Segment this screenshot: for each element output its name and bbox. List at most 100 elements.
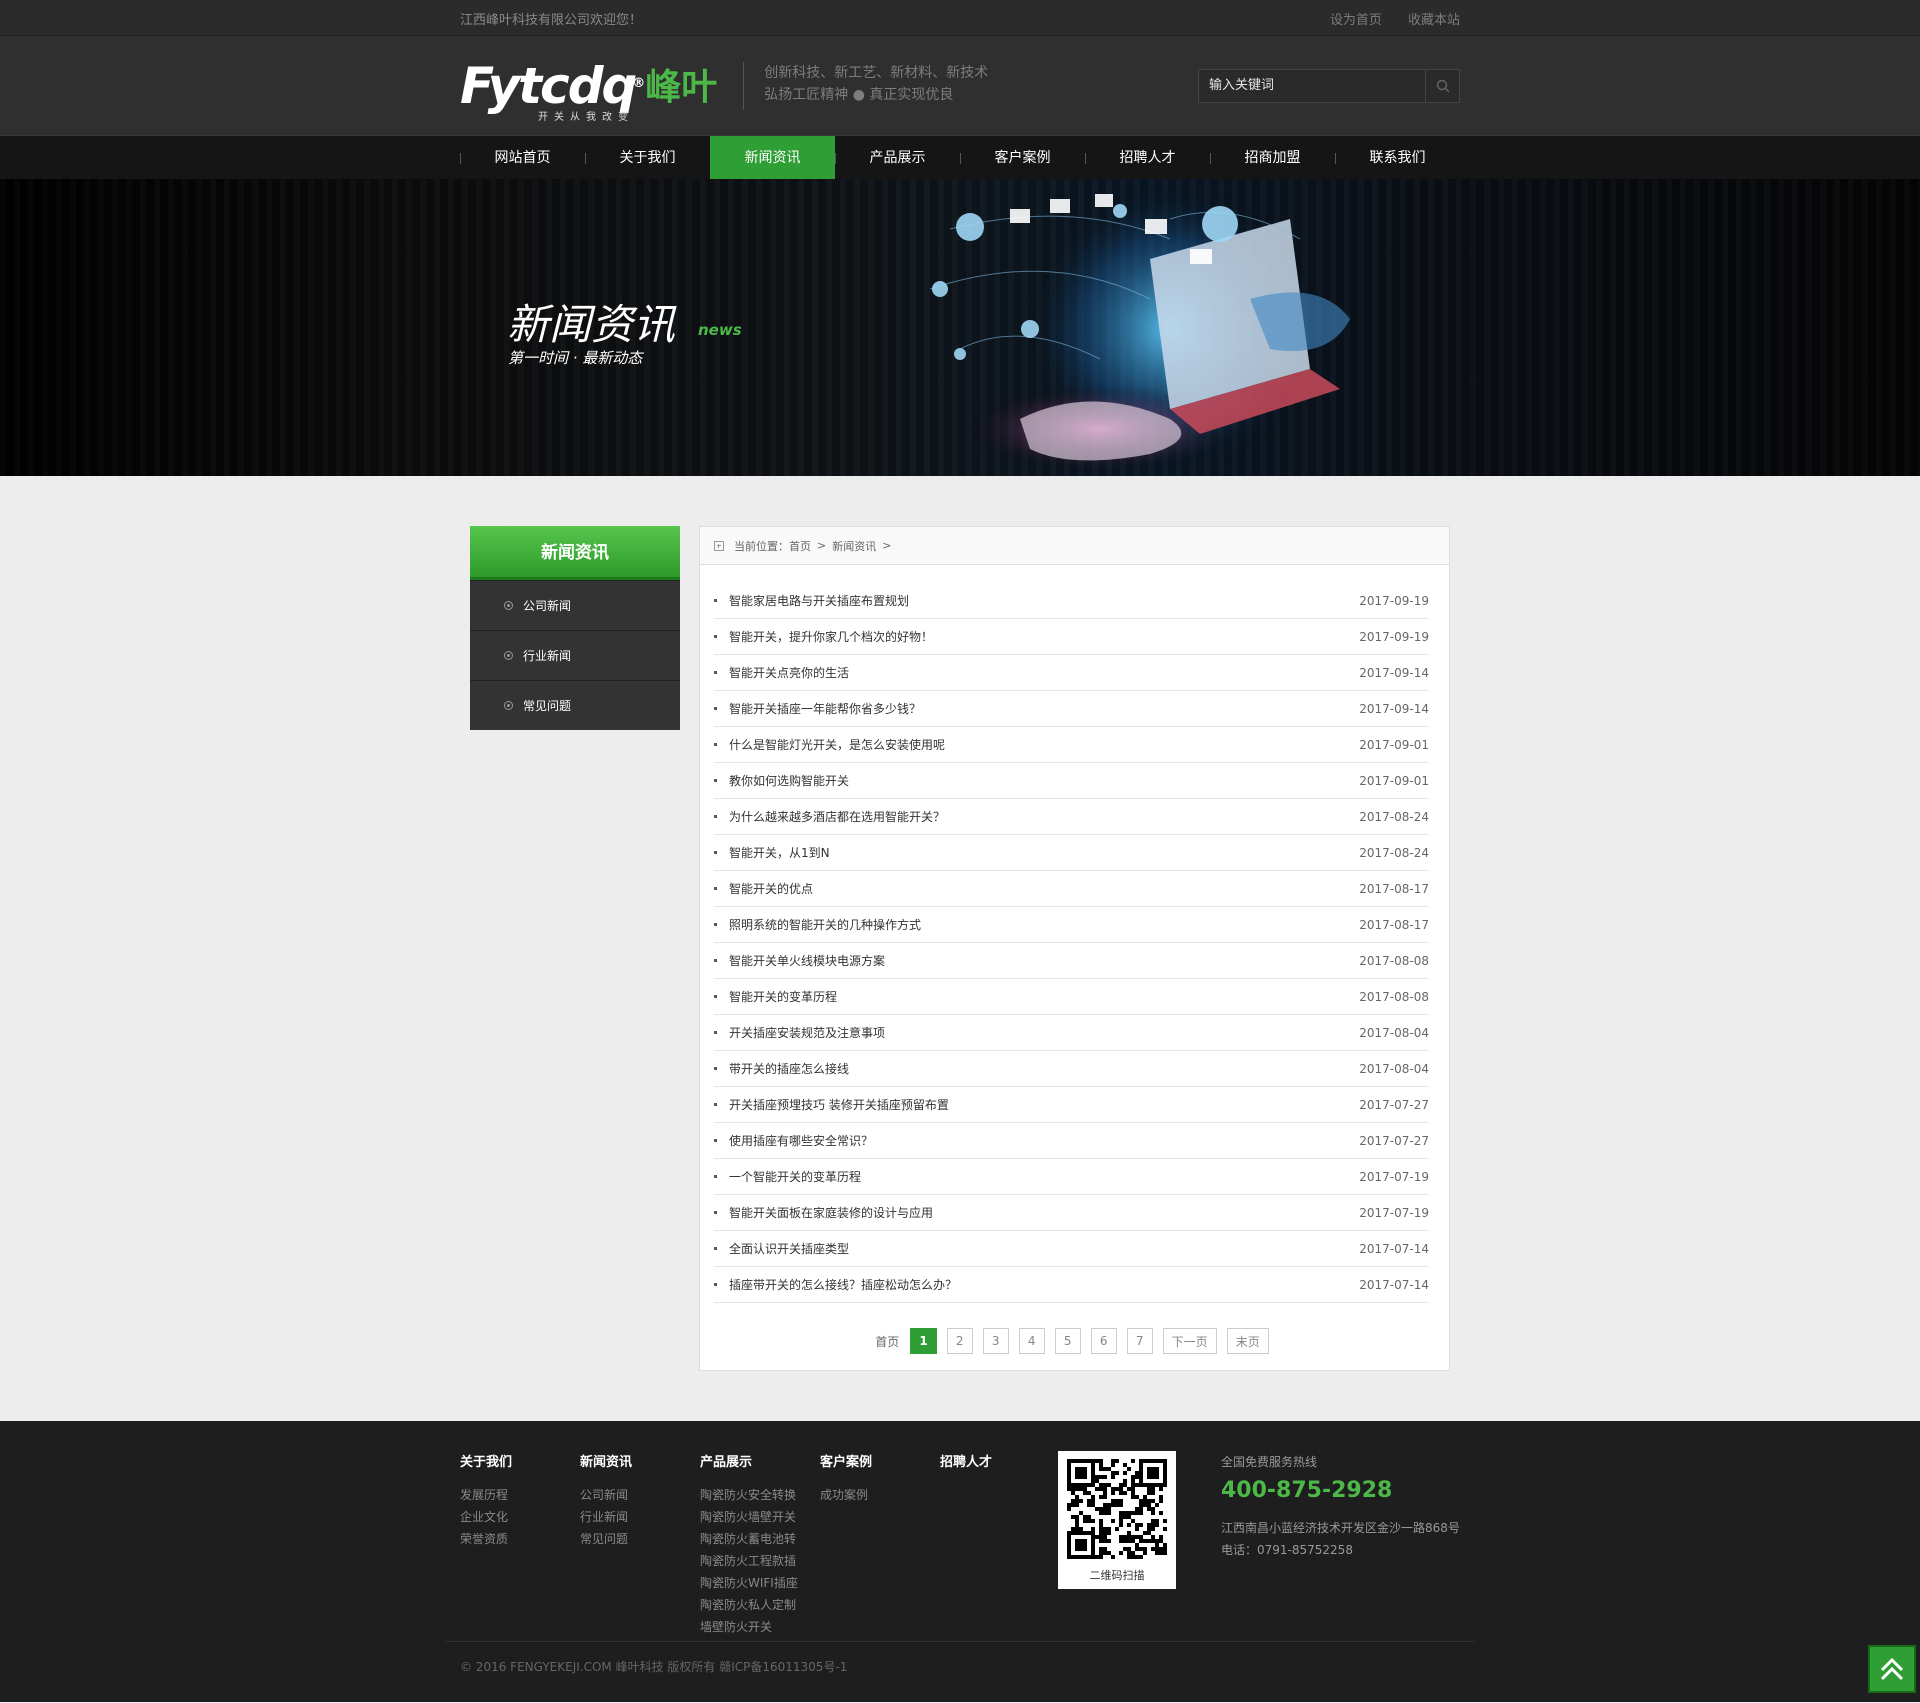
search-input[interactable] [1199,69,1425,102]
news-title[interactable]: 智能开关单火线模块电源方案 [729,952,1359,969]
news-title[interactable]: 智能开关的优点 [729,880,1359,897]
news-row[interactable]: 智能家居电路与开关插座布置规划 2017-09-19 [714,583,1429,619]
footer-link[interactable]: 墙壁防火开关 [700,1616,820,1638]
footer-link[interactable]: 成功案例 [820,1484,940,1506]
footer-link[interactable]: 企业文化 [460,1506,580,1528]
news-row[interactable]: 智能开关单火线模块电源方案 2017-08-08 [714,943,1429,979]
qr-code: 二维码扫描 [1058,1451,1176,1589]
bookmark-link[interactable]: 收藏本站 [1408,13,1460,28]
news-title[interactable]: 一个智能开关的变革历程 [729,1168,1359,1185]
address: 江西南昌小蓝经济技术开发区金沙一路868号 [1221,1521,1460,1535]
news-row[interactable]: 智能开关面板在家庭装修的设计与应用 2017-07-19 [714,1195,1429,1231]
footer-link[interactable]: 常见问题 [580,1528,700,1550]
news-title[interactable]: 使用插座有哪些安全常识？ [729,1132,1359,1149]
news-list: 智能家居电路与开关插座布置规划 2017-09-19 智能开关，提升你家几个档次的好… [700,565,1449,1303]
news-title[interactable]: 智能家居电路与开关插座布置规划 [729,592,1359,609]
news-title[interactable]: 开关插座预埋技巧 装修开关插座预留布置 [729,1096,1359,1113]
footer-link[interactable]: 陶瓷防火安全转换 [700,1484,820,1506]
footer-column-title[interactable]: 关于我们 [460,1451,580,1470]
news-row[interactable]: 开关插座安装规范及注意事项 2017-08-04 [714,1015,1429,1051]
news-title[interactable]: 为什么越来越多酒店都在选用智能开关？ [729,808,1359,825]
news-row[interactable]: 智能开关的变革历程 2017-08-08 [714,979,1429,1015]
footer-link[interactable]: 陶瓷防火WIFI插座 [700,1572,820,1594]
news-title[interactable]: 教你如何选购智能开关 [729,772,1359,789]
news-title[interactable]: 照明系统的智能开关的几种操作方式 [729,916,1359,933]
nav-about[interactable]: 关于我们 [585,136,710,180]
footer-link[interactable]: 陶瓷防火墙壁开关 [700,1506,820,1528]
pager-last[interactable]: 末页 [1226,1328,1269,1354]
bullet-icon [714,779,717,782]
news-row[interactable]: 智能开关，提升你家几个档次的好物！ 2017-09-19 [714,619,1429,655]
pager-page-6[interactable]: 6 [1090,1328,1117,1354]
top-links: 设为首页 收藏本站 [1308,9,1460,28]
header: Fytcdq ® 峰叶 开关从我改变 创新科技、新工艺、新材料、新技术 弘扬工匠精… [0,36,1920,135]
sidebar-item-industry-news[interactable]: 行业新闻 [470,630,680,680]
pager-page-5[interactable]: 5 [1054,1328,1081,1354]
pager-next[interactable]: 下一页 [1162,1328,1217,1354]
nav-franchise[interactable]: 招商加盟 [1210,136,1335,180]
pager-page-4[interactable]: 4 [1018,1328,1045,1354]
news-row[interactable]: 插座带开关的怎么接线？插座松动怎么办？ 2017-07-14 [714,1267,1429,1303]
footer-link[interactable]: 发展历程 [460,1484,580,1506]
breadcrumb-home[interactable]: 当前位置：首页 [734,538,811,554]
search-button[interactable] [1425,69,1459,102]
footer-link[interactable]: 荣誉资质 [460,1528,580,1550]
nav-contact[interactable]: 联系我们 [1335,136,1460,180]
news-title[interactable]: 智能开关，从1到N [729,844,1359,861]
news-date: 2017-09-19 [1359,629,1429,644]
news-date: 2017-07-27 [1359,1133,1429,1148]
news-row[interactable]: 智能开关的优点 2017-08-17 [714,871,1429,907]
news-row[interactable]: 一个智能开关的变革历程 2017-07-19 [714,1159,1429,1195]
news-row[interactable]: 智能开关点亮你的生活 2017-09-14 [714,655,1429,691]
news-row[interactable]: 智能开关，从1到N 2017-08-24 [714,835,1429,871]
bullet-icon [714,599,717,602]
news-row[interactable]: 全面认识开关插座类型 2017-07-14 [714,1231,1429,1267]
circle-bullet-icon [504,651,513,660]
footer-link[interactable]: 公司新闻 [580,1484,700,1506]
footer-column-title[interactable]: 招聘人才 [940,1451,1060,1470]
news-row[interactable]: 教你如何选购智能开关 2017-09-01 [714,763,1429,799]
news-row[interactable]: 智能开关插座一年能帮你省多少钱？ 2017-09-14 [714,691,1429,727]
news-row[interactable]: 为什么越来越多酒店都在选用智能开关？ 2017-08-24 [714,799,1429,835]
news-title[interactable]: 智能开关插座一年能帮你省多少钱？ [729,700,1359,717]
footer-column-title[interactable]: 新闻资讯 [580,1451,700,1470]
footer-link[interactable]: 陶瓷防火工程款插 [700,1550,820,1572]
news-title[interactable]: 全面认识开关插座类型 [729,1240,1359,1257]
news-title[interactable]: 开关插座安装规范及注意事项 [729,1024,1359,1041]
nav-home[interactable]: 网站首页 [460,136,585,180]
back-to-top-button[interactable] [1868,1645,1916,1693]
news-title[interactable]: 智能开关，提升你家几个档次的好物！ [729,628,1359,645]
footer-link[interactable]: 陶瓷防火私人定制 [700,1594,820,1616]
nav-news[interactable]: 新闻资讯 [710,136,835,180]
footer-link[interactable]: 行业新闻 [580,1506,700,1528]
news-row[interactable]: 什么是智能灯光开关，是怎么安装使用呢 2017-09-01 [714,727,1429,763]
news-row[interactable]: 使用插座有哪些安全常识？ 2017-07-27 [714,1123,1429,1159]
pager-page-1[interactable]: 1 [910,1328,937,1354]
news-row[interactable]: 开关插座预埋技巧 装修开关插座预留布置 2017-07-27 [714,1087,1429,1123]
nav-cases[interactable]: 客户案例 [960,136,1085,180]
nav-jobs[interactable]: 招聘人才 [1085,136,1210,180]
footer-column-title[interactable]: 产品展示 [700,1451,820,1470]
news-title[interactable]: 智能开关的变革历程 [729,988,1359,1005]
pager-page-7[interactable]: 7 [1126,1328,1153,1354]
logo[interactable]: Fytcdq ® 峰叶 开关从我改变 [460,61,717,124]
footer-link[interactable]: 陶瓷防火蓄电池转 [700,1528,820,1550]
news-row[interactable]: 照明系统的智能开关的几种操作方式 2017-08-17 [714,907,1429,943]
sidebar-item-faq[interactable]: 常见问题 [470,680,680,730]
sidebar-item-company-news[interactable]: 公司新闻 [470,580,680,630]
breadcrumb-current[interactable]: 新闻资讯 [832,538,876,554]
pager-page-2[interactable]: 2 [946,1328,973,1354]
nav-products[interactable]: 产品展示 [835,136,960,180]
news-title[interactable]: 智能开关点亮你的生活 [729,664,1359,681]
pager-first[interactable]: 首页 [875,1333,899,1350]
news-row[interactable]: 带开关的插座怎么接线 2017-08-04 [714,1051,1429,1087]
news-title[interactable]: 什么是智能灯光开关，是怎么安装使用呢 [729,736,1359,753]
set-homepage-link[interactable]: 设为首页 [1330,13,1382,28]
circle-bullet-icon [504,601,513,610]
pager-page-3[interactable]: 3 [982,1328,1009,1354]
news-title[interactable]: 带开关的插座怎么接线 [729,1060,1359,1077]
news-title[interactable]: 插座带开关的怎么接线？插座松动怎么办？ [729,1276,1359,1293]
news-title[interactable]: 智能开关面板在家庭装修的设计与应用 [729,1204,1359,1221]
footer-column-title[interactable]: 客户案例 [820,1451,940,1470]
slogan-line-2: 弘扬工匠精神 ● 真正实现优良 [764,86,954,103]
